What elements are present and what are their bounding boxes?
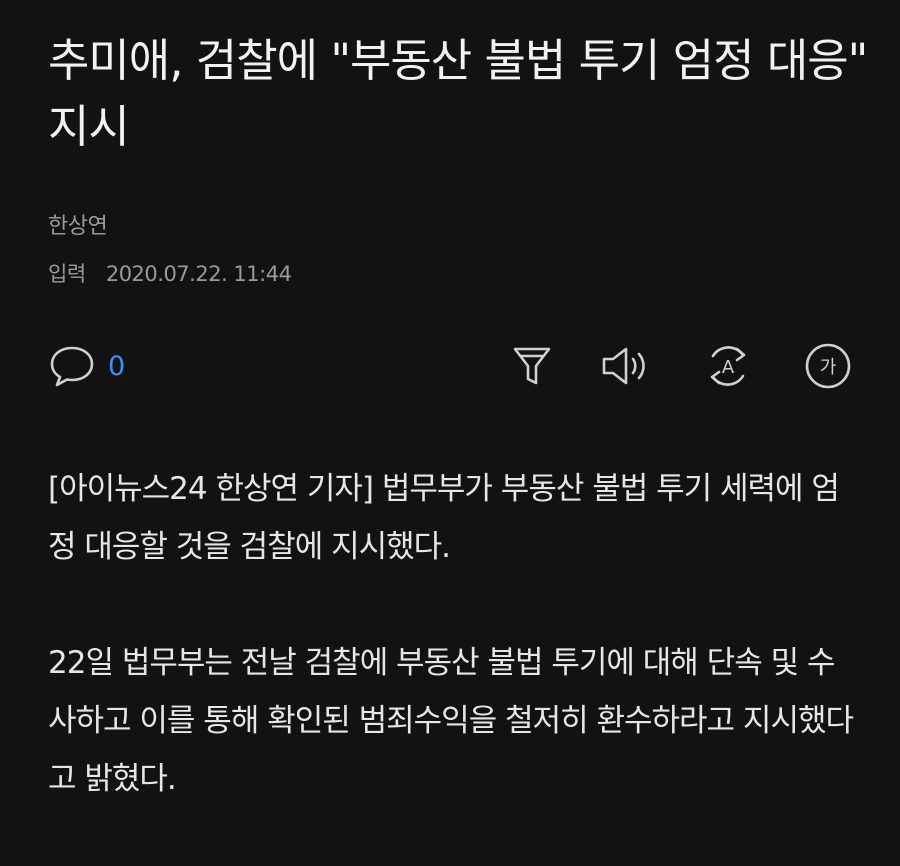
publish-date-row: 입력 2020.07.22. 11:44 (48, 258, 292, 288)
article-toolbar: 0 A 가 (48, 340, 854, 392)
filter-button[interactable] (506, 340, 558, 392)
font-size-icon: 가 (805, 343, 851, 389)
font-size-button[interactable]: 가 (802, 340, 854, 392)
article-title: 추미애, 검찰에 "부동산 불법 투기 엄정 대응" 지시 (48, 34, 868, 153)
comment-button[interactable]: 0 (48, 340, 125, 392)
comment-count: 0 (108, 350, 126, 382)
translate-glyph: A (722, 357, 735, 378)
author-name[interactable]: 한상연 (48, 208, 108, 240)
article-view: 추미애, 검찰에 "부동산 불법 투기 엄정 대응" 지시 한상연 입력 202… (0, 0, 900, 850)
article-paragraph: [아이뉴스24 한상연 기자] 법무부가 부동산 불법 투기 세력에 엄정 대응… (48, 471, 840, 565)
date-label: 입력 (48, 262, 86, 286)
publish-date: 2020.07.22. 11:44 (105, 262, 292, 286)
font-size-glyph: 가 (820, 357, 837, 378)
translate-icon: A (710, 346, 746, 386)
listen-button[interactable] (600, 340, 652, 392)
speaker-icon (602, 347, 645, 385)
translate-button[interactable]: A (702, 340, 754, 392)
speech-bubble-icon (50, 346, 94, 387)
article-paragraph: 22일 법무부는 전날 검찰에 부동산 불법 투기에 대해 단속 및 수사하고 … (48, 645, 854, 797)
article-body: [아이뉴스24 한상연 기자] 법무부가 부동산 불법 투기 세력에 엄정 대응… (48, 460, 858, 866)
funnel-icon (513, 347, 551, 385)
